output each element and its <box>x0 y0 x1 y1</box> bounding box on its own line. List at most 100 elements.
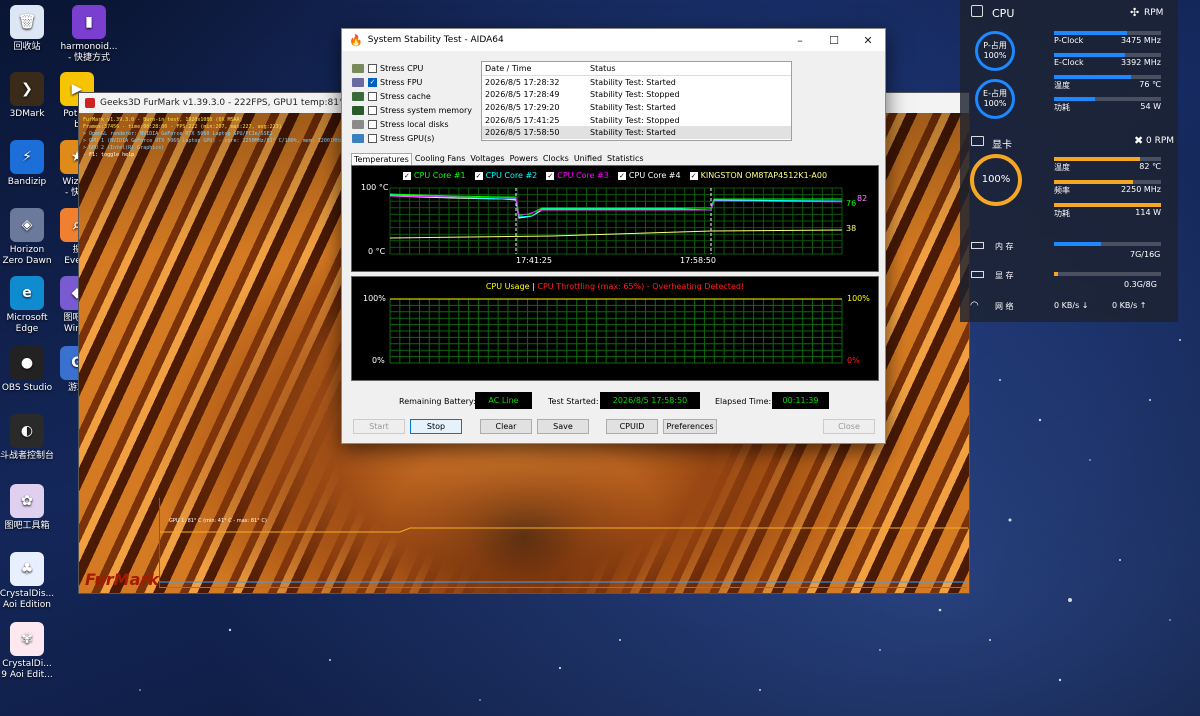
stress-option-label: Stress FPU <box>380 77 423 87</box>
stress-option[interactable]: Stress cache <box>352 89 472 103</box>
graph-tabs: Temperatures Cooling Fans Voltages Powers Cl… <box>351 153 647 165</box>
desktop-icon[interactable]: ✿ 图吧工具箱 <box>0 484 58 532</box>
vram-bar <box>1054 272 1161 276</box>
app-icon: ❯ <box>10 72 44 106</box>
tab-unified[interactable]: Unified <box>572 153 604 165</box>
log-row[interactable]: 2026/8/5 17:58:50 Stability Test: Started <box>482 126 791 139</box>
app-icon: ◐ <box>10 414 44 448</box>
checkbox[interactable] <box>368 91 377 101</box>
e-ring-value: 100% <box>983 99 1007 108</box>
desktop-icon-label: CrystalDi... 9 Aoi Edit... <box>1 659 53 680</box>
stress-option[interactable]: Stress CPU <box>352 61 472 75</box>
device-icon <box>352 105 364 115</box>
temperature-graph: ✓ CPU Core #1 ✓ CPU Core #2 ✓ CPU Core #3 ✓ CPU… <box>351 165 879 272</box>
checkbox[interactable]: ✓ <box>368 77 377 87</box>
log-status: Stability Test: Stopped <box>590 115 680 125</box>
desktop-icon[interactable]: ✾ CrystalDi... 9 Aoi Edit... <box>0 622 58 681</box>
close-window-button[interactable]: ✕ <box>851 29 885 51</box>
stress-option[interactable]: Stress system memory <box>352 103 472 117</box>
osd-line: > OpenGL renderer: NVIDIA GeForce RTX 50… <box>83 131 273 137</box>
log-status: Stability Test: Started <box>590 128 676 138</box>
app-icon: 🗑 <box>10 5 44 39</box>
log-header-status[interactable]: Status <box>588 64 791 73</box>
checkbox[interactable] <box>368 63 377 73</box>
log-header-datetime[interactable]: Date / Time <box>482 64 588 73</box>
osd-line: FurMark v1.39.3.0 - Burn-in test, 1920x1… <box>83 117 243 123</box>
aida-titlebar[interactable]: 🔥 System Stability Test - AIDA64 – ☐ ✕ <box>342 29 885 51</box>
osd-line: Frames:37456 - time:00:28:00 - FPS:222 (… <box>83 124 282 130</box>
gpu-title: 显卡 <box>992 140 1012 151</box>
log-status: Stability Test: Started <box>590 77 676 87</box>
tab-clocks[interactable]: Clocks <box>541 153 571 165</box>
stop-button[interactable]: Stop <box>410 419 462 434</box>
tab-powers[interactable]: Powers <box>508 153 540 165</box>
furmark-gpu-graph: GPU 1: 81° C (min: 41° C - max: 81° C) <box>159 498 968 588</box>
device-icon <box>352 119 364 129</box>
desktop-icon[interactable]: 🗑 回收站 <box>0 5 58 53</box>
stress-option[interactable]: Stress GPU(s) <box>352 131 472 145</box>
metric-label: 温度 <box>1054 163 1070 172</box>
app-icon: ♣ <box>10 552 44 586</box>
gpu-fan-icon: ✖ <box>1134 134 1144 147</box>
clear-button[interactable]: Clear <box>480 419 532 434</box>
stress-option[interactable]: Stress local disks <box>352 117 472 131</box>
cpuid-button[interactable]: CPUID <box>606 419 658 434</box>
metric-value: 3475 MHz <box>1120 36 1161 45</box>
tab-cooling-fans[interactable]: Cooling Fans <box>413 153 468 165</box>
furmark-logo: FurMark <box>85 570 159 589</box>
log-row[interactable]: 2026/8/5 17:28:32 Stability Test: Started <box>482 76 791 89</box>
metric-label: 功耗 <box>1054 103 1070 112</box>
desktop-icon-label: harmonoid... - 快捷方式 <box>60 42 118 63</box>
app-icon: ✿ <box>10 484 44 518</box>
tab-temperatures[interactable]: Temperatures <box>351 153 412 165</box>
system-monitor-panel: CPU ✣ RPM P-占用 100% E-占用 100% P-Clock 347… <box>960 0 1178 322</box>
log-row[interactable]: 2026/8/5 17:28:49 Stability Test: Stopped <box>482 89 791 102</box>
close-button[interactable]: Close <box>823 419 875 434</box>
metric-label: 功耗 <box>1054 209 1070 218</box>
metric-label: 频率 <box>1054 186 1070 195</box>
fan-icon: ✣ <box>1130 6 1140 19</box>
minimize-button[interactable]: – <box>783 29 817 51</box>
desktop-icon[interactable]: ▮ harmonoid... - 快捷方式 <box>58 5 120 64</box>
desktop-icon-label: 图吧工具箱 <box>4 521 50 531</box>
log-datetime: 2026/8/5 17:58:50 <box>485 128 560 138</box>
metric-bar <box>1054 31 1161 35</box>
metric-value: 114 W <box>1135 208 1161 217</box>
metric-value: 2250 MHz <box>1120 185 1161 194</box>
device-icon <box>352 63 364 73</box>
network-label: 网 络 <box>995 302 1014 311</box>
stress-options: Stress CPU ✓ Stress FPU Stress cache Stress … <box>352 61 472 145</box>
stress-option-label: Stress GPU(s) <box>380 133 435 143</box>
desktop-icon[interactable]: ◐ 斗战者控制台 <box>0 414 58 462</box>
checkbox[interactable] <box>368 119 377 129</box>
app-icon: e <box>10 276 44 310</box>
checkbox[interactable] <box>368 133 377 143</box>
metric-bar <box>1054 180 1161 184</box>
log-datetime: 2026/8/5 17:41:25 <box>485 115 560 125</box>
memory-icon <box>971 242 984 249</box>
desktop-icon-label: 斗战者控制台 <box>0 451 54 461</box>
tab-statistics[interactable]: Statistics <box>605 153 646 165</box>
desktop-icon[interactable]: ♣ CrystalDis... Aoi Edition <box>0 552 58 611</box>
preferences-button[interactable]: Preferences <box>663 419 717 434</box>
stress-option-label: Stress cache <box>380 91 431 101</box>
log-row[interactable]: 2026/8/5 17:41:25 Stability Test: Stopped <box>482 114 791 127</box>
temp-x-label-1: 17:41:25 <box>516 256 552 265</box>
maximize-button[interactable]: ☐ <box>817 29 851 51</box>
event-log[interactable]: Date / Time Status 2026/8/5 17:28:32 Stab… <box>481 61 792 141</box>
app-icon: ⚡ <box>10 140 44 174</box>
app-icon: ✾ <box>10 622 44 656</box>
memory-value: 7G/16G <box>1130 250 1161 259</box>
checkbox[interactable] <box>368 105 377 115</box>
save-button[interactable]: Save <box>537 419 589 434</box>
furmark-app-icon <box>85 98 95 108</box>
stress-option-label: Stress CPU <box>380 63 424 73</box>
elapsed-time-value: 00:11:39 <box>772 392 829 409</box>
start-button[interactable]: Start <box>353 419 405 434</box>
log-row[interactable]: 2026/8/5 17:29:20 Stability Test: Started <box>482 101 791 114</box>
stress-option[interactable]: ✓ Stress FPU <box>352 75 472 89</box>
tab-voltages[interactable]: Voltages <box>468 153 506 165</box>
metric-label: P-Clock <box>1054 36 1084 45</box>
wifi-icon: ◠ <box>970 300 979 311</box>
aida64-window[interactable]: 🔥 System Stability Test - AIDA64 – ☐ ✕ S… <box>341 28 886 444</box>
